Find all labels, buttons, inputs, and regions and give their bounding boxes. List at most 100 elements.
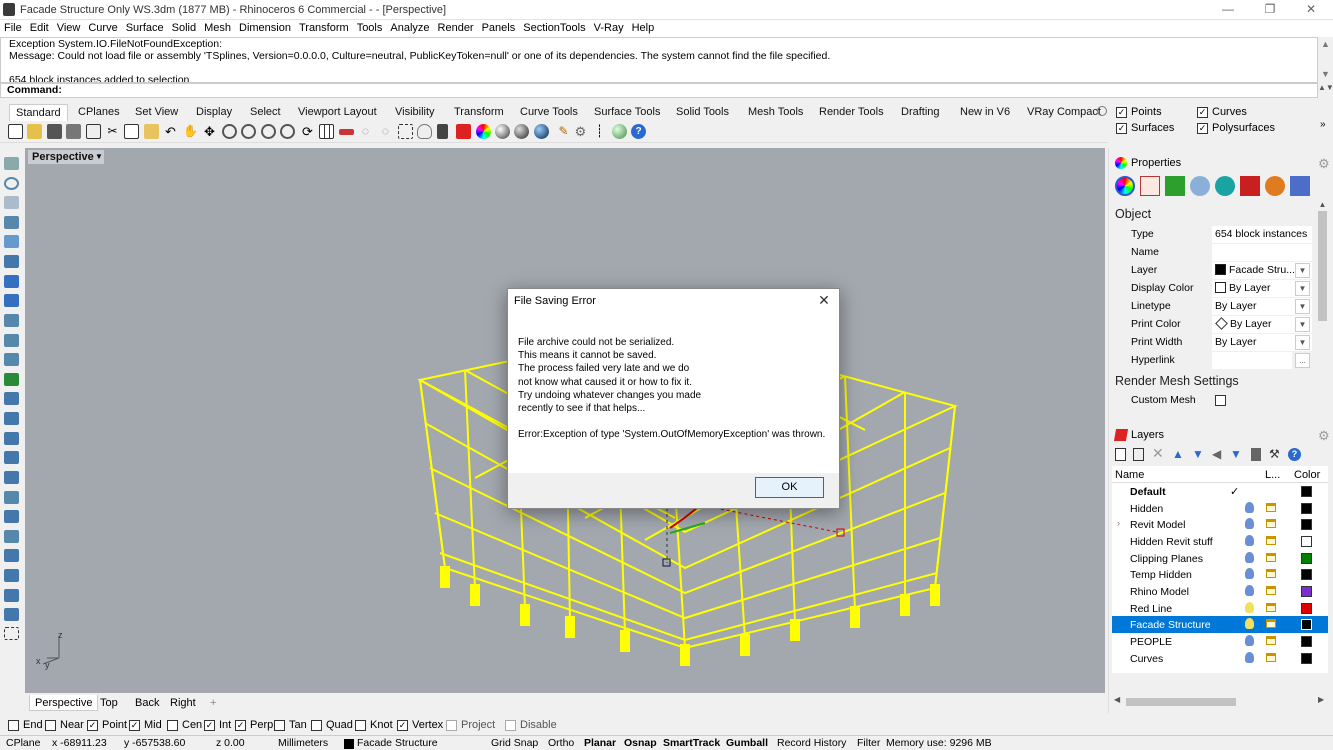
vtab-right[interactable]: Right — [165, 695, 201, 711]
help-icon[interactable]: ? — [631, 124, 646, 139]
unlock-icon[interactable] — [1266, 619, 1276, 628]
globe-icon[interactable] — [612, 124, 627, 139]
render-sphere-icon[interactable] — [495, 124, 510, 139]
menu-edit[interactable]: Edit — [26, 20, 53, 34]
layer-icon[interactable] — [456, 124, 471, 139]
layer-color-swatch[interactable] — [1301, 569, 1312, 580]
new-sublayer-icon[interactable] — [1133, 448, 1144, 461]
select-filter-icon[interactable]: ┊ — [592, 124, 607, 139]
select-window-icon[interactable] — [398, 124, 413, 139]
layer-color-swatch[interactable] — [1301, 536, 1312, 547]
history-scrollbar[interactable]: ▲ ▼ — [1318, 37, 1333, 83]
status-smarttrack[interactable]: SmartTrack — [663, 737, 720, 749]
fillet-tool-icon[interactable] — [4, 314, 19, 327]
osnap-end-checkbox[interactable]: End — [8, 719, 43, 731]
tab-curve-tools[interactable]: Curve Tools — [514, 104, 584, 121]
set-view-icon[interactable]: ◌ — [358, 124, 373, 139]
unlock-icon[interactable] — [1266, 636, 1276, 645]
add-viewport-icon[interactable]: + — [205, 695, 221, 711]
filter-polysurfaces-checkbox[interactable]: ✓ Polysurfaces — [1197, 122, 1275, 134]
filter-points-checkbox[interactable]: ✓ Points — [1116, 106, 1162, 118]
properties-settings-gear-icon[interactable]: ⚙ — [1318, 156, 1330, 172]
rendered-sphere-icon[interactable] — [534, 124, 549, 139]
object-properties-icon[interactable] — [1115, 176, 1135, 196]
join-tool-icon[interactable] — [4, 491, 19, 504]
visibility-bulb-icon[interactable] — [1245, 618, 1254, 629]
osnap-point-checkbox[interactable]: ✓ Point — [87, 719, 127, 731]
ok-button[interactable]: OK — [755, 477, 824, 498]
layer-color-swatch[interactable] — [1301, 603, 1312, 614]
render-settings-icon[interactable] — [1240, 176, 1260, 196]
shaded-sphere-icon[interactable] — [514, 124, 529, 139]
visibility-bulb-icon[interactable] — [1245, 635, 1254, 646]
layer-row-red-line[interactable]: Red Line — [1112, 600, 1328, 617]
menu-tools[interactable]: Tools — [353, 20, 387, 34]
layer-color-swatch[interactable] — [1301, 636, 1312, 647]
status-planar[interactable]: Planar — [584, 737, 616, 749]
rotate-view-icon[interactable]: ⟳ — [300, 124, 315, 139]
tab-new-in-v6[interactable]: New in V6 — [954, 104, 1016, 121]
vray-material-icon[interactable] — [1265, 176, 1285, 196]
expand-chevron-icon[interactable]: › — [1117, 518, 1120, 528]
chevron-down-icon[interactable]: ▼ — [1295, 281, 1310, 296]
zoom-extents-icon[interactable] — [261, 124, 276, 139]
layer-row-rhino-model[interactable]: Rhino Model — [1112, 583, 1328, 600]
viewport-title[interactable]: Perspective — [28, 150, 98, 164]
mesh-tool-icon[interactable] — [4, 294, 19, 307]
layer-row-facade-structure[interactable]: Facade Structure — [1112, 616, 1328, 633]
unlock-icon[interactable] — [1266, 536, 1276, 545]
visibility-bulb-icon[interactable] — [1245, 568, 1254, 579]
texture-icon[interactable] — [1165, 176, 1185, 196]
box-tool-icon[interactable] — [4, 275, 19, 288]
command-spinner-icon[interactable]: ▲▼ — [1318, 83, 1333, 98]
tab-surface-tools[interactable]: Surface Tools — [588, 104, 666, 121]
viewport-menu-chevron-icon[interactable]: ▼ — [94, 150, 104, 164]
print-icon[interactable] — [66, 124, 81, 139]
tab-solid-tools[interactable]: Solid Tools — [670, 104, 735, 121]
tab-viewport-layout[interactable]: Viewport Layout — [292, 104, 383, 121]
point-tool-icon[interactable] — [4, 157, 19, 170]
menu-view[interactable]: View — [53, 20, 85, 34]
zoom-selected-icon[interactable] — [280, 124, 295, 139]
chevron-down-icon[interactable]: ▼ — [1295, 335, 1310, 350]
menu-solid[interactable]: Solid — [168, 20, 200, 34]
tab-visibility[interactable]: Visibility — [389, 104, 441, 121]
menu-transform[interactable]: Transform — [295, 20, 353, 34]
status-grid-snap[interactable]: Grid Snap — [491, 737, 538, 749]
menu-panels[interactable]: Panels — [478, 20, 520, 34]
mirror-tool-icon[interactable] — [4, 432, 19, 445]
osnap-disable-checkbox[interactable]: Disable — [505, 719, 557, 731]
status-ortho[interactable]: Ortho — [548, 737, 574, 749]
menu-vray[interactable]: V-Ray — [590, 20, 628, 34]
scroll-up-icon[interactable]: ▲ — [1316, 200, 1329, 209]
unlock-icon[interactable] — [1266, 603, 1276, 612]
named-views-icon[interactable]: ◌ — [378, 124, 393, 139]
cut-icon[interactable]: ✂ — [105, 124, 120, 139]
menu-help[interactable]: Help — [628, 20, 659, 34]
layer-row-revit-model[interactable]: › Revit Model — [1112, 516, 1328, 533]
menu-curve[interactable]: Curve — [84, 20, 121, 34]
unlock-icon[interactable] — [1266, 569, 1276, 578]
extrude-tool-icon[interactable] — [4, 255, 19, 268]
lock-icon[interactable] — [437, 124, 448, 139]
status-record-history[interactable]: Record History — [777, 737, 846, 749]
tab-display[interactable]: Display — [190, 104, 238, 121]
menu-sectiontools[interactable]: SectionTools — [519, 20, 589, 34]
move-up-icon[interactable]: ▲ — [1172, 447, 1184, 461]
tab-transform[interactable]: Transform — [448, 104, 510, 121]
color-wheel-icon[interactable] — [476, 124, 491, 139]
menu-mesh[interactable]: Mesh — [200, 20, 235, 34]
layer-row-temp-hidden[interactable]: Temp Hidden — [1112, 566, 1328, 583]
minimize-icon[interactable]: — — [1213, 2, 1243, 18]
status-gumball[interactable]: Gumball — [726, 737, 768, 749]
visibility-bulb-icon[interactable] — [1245, 585, 1254, 596]
osnap-knot-checkbox[interactable]: Knot — [355, 719, 393, 731]
layer-row-default[interactable]: Default ✓ — [1112, 483, 1328, 500]
group-tool-icon[interactable] — [4, 589, 19, 602]
copy-icon[interactable] — [124, 124, 139, 139]
status-layer[interactable]: Facade Structure — [357, 737, 438, 749]
move-view-icon[interactable]: ✥ — [202, 124, 217, 139]
construction-plane-icon[interactable] — [339, 129, 354, 135]
layer-states-icon[interactable] — [1251, 448, 1261, 461]
status-filter[interactable]: Filter — [857, 737, 880, 749]
